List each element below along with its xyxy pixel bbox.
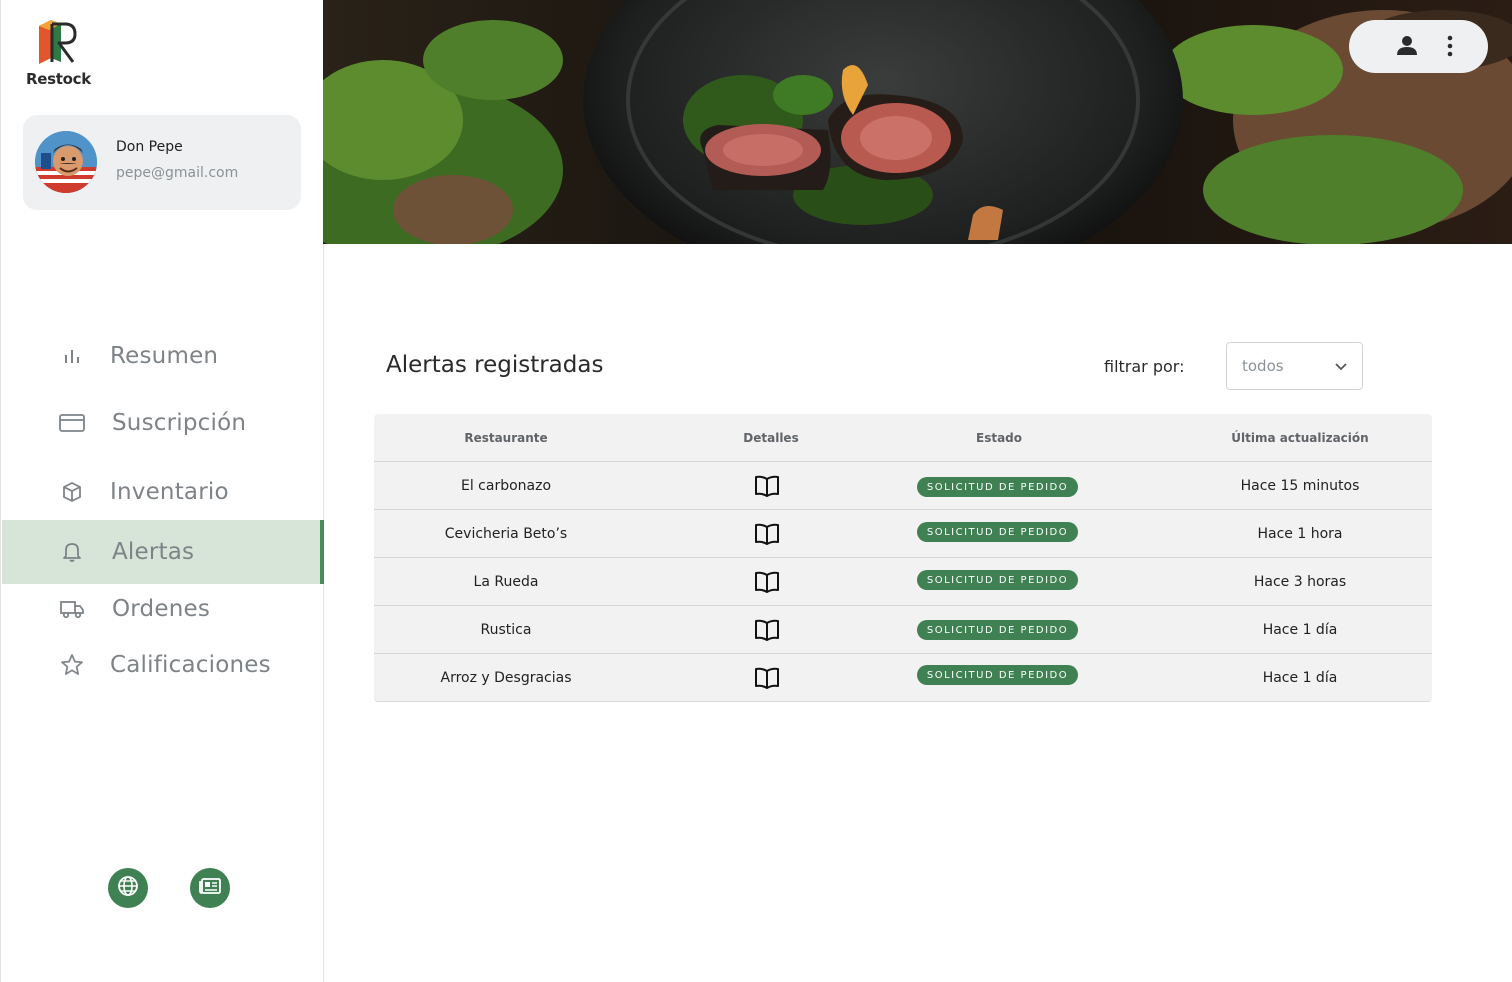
news-button[interactable] <box>190 868 230 908</box>
status-badge: SOLICITUD DE PEDIDO <box>917 477 1078 497</box>
more-vertical-icon[interactable] <box>1445 34 1455 62</box>
table-row[interactable]: Cevicheria Beto’s SOLICITUD DE PEDIDO Ha… <box>374 510 1432 558</box>
table-row[interactable]: El carbonazo SOLICITUD DE PEDIDO Hace 15… <box>374 462 1432 510</box>
bar-chart-icon <box>59 343 85 369</box>
filter-label: filtrar por: <box>1104 357 1185 376</box>
newspaper-icon <box>198 876 222 900</box>
restaurant-name: Cevicheria Beto’s <box>444 526 568 542</box>
column-header-ultima-actualizacion[interactable]: Última actualización <box>1231 431 1368 445</box>
sidebar-item-alertas[interactable]: Alertas <box>2 520 324 584</box>
column-header-restaurante[interactable]: Restaurante <box>464 431 547 445</box>
sidebar-item-label: Resumen <box>110 343 219 369</box>
bell-icon <box>59 539 85 565</box>
last-updated: Hace 1 hora <box>1257 526 1343 542</box>
status-badge: SOLICITUD DE PEDIDO <box>917 522 1078 542</box>
sidebar-item-label: Inventario <box>110 479 229 505</box>
book-open-icon[interactable] <box>754 523 780 545</box>
user-icon[interactable] <box>1396 34 1418 60</box>
sidebar-item-label: Ordenes <box>112 596 211 622</box>
filter-select-value: todos <box>1242 357 1284 375</box>
sidebar-item-label: Alertas <box>112 539 195 565</box>
sidebar-item-ordenes[interactable]: Ordenes <box>2 577 324 641</box>
sidebar-item-inventario[interactable]: Inventario <box>2 460 324 524</box>
book-open-icon[interactable] <box>754 475 780 497</box>
table-row[interactable]: Arroz y Desgracias SOLICITUD DE PEDIDO H… <box>374 654 1432 702</box>
last-updated: Hace 1 día <box>1262 670 1338 686</box>
book-open-icon[interactable] <box>754 571 780 593</box>
user-name: Don Pepe <box>116 139 183 155</box>
credit-card-icon <box>59 410 85 436</box>
restaurant-name: La Rueda <box>473 574 539 590</box>
box-icon <box>59 479 85 505</box>
status-badge: SOLICITUD DE PEDIDO <box>917 570 1078 590</box>
table-row[interactable]: La Rueda SOLICITUD DE PEDIDO Hace 3 hora… <box>374 558 1432 606</box>
alerts-table: Restaurante Detalles Estado Última actua… <box>374 414 1432 702</box>
sidebar-item-suscripcion[interactable]: Suscripción <box>2 391 324 455</box>
avatar <box>35 131 97 193</box>
last-updated: Hace 1 día <box>1262 622 1338 638</box>
account-menu-pill <box>1349 20 1488 73</box>
user-email: pepe@gmail.com <box>116 165 239 181</box>
logo-mark-icon <box>39 20 77 64</box>
page-title: Alertas registradas <box>386 352 604 378</box>
column-header-detalles[interactable]: Detalles <box>743 431 798 445</box>
status-badge: SOLICITUD DE PEDIDO <box>917 665 1078 685</box>
restock-logo[interactable]: Restock <box>23 18 93 93</box>
column-header-estado[interactable]: Estado <box>976 431 1022 445</box>
truck-icon <box>59 596 85 622</box>
restaurant-name: Arroz y Desgracias <box>440 670 572 686</box>
sidebar: Restock Don Pepe pepe@gmail.com Resumen … <box>0 0 324 982</box>
filter-select[interactable]: todos <box>1226 342 1363 390</box>
hero-banner <box>323 0 1512 244</box>
last-updated: Hace 3 horas <box>1253 574 1347 590</box>
restaurant-name: El carbonazo <box>460 478 552 494</box>
sidebar-item-label: Calificaciones <box>110 652 271 678</box>
language-button[interactable] <box>108 868 148 908</box>
table-header: Restaurante Detalles Estado Última actua… <box>374 414 1432 462</box>
globe-icon <box>117 875 139 901</box>
table-row[interactable]: Rustica SOLICITUD DE PEDIDO Hace 1 día <box>374 606 1432 654</box>
sidebar-item-resumen[interactable]: Resumen <box>2 324 324 388</box>
brand-name: Restock <box>26 70 91 88</box>
sidebar-item-label: Suscripción <box>112 410 247 436</box>
chevron-down-icon <box>1334 359 1348 378</box>
last-updated: Hace 15 minutos <box>1240 478 1360 494</box>
book-open-icon[interactable] <box>754 667 780 689</box>
star-icon <box>59 652 85 678</box>
status-badge: SOLICITUD DE PEDIDO <box>917 620 1078 640</box>
hero-food-image <box>323 0 1512 244</box>
book-open-icon[interactable] <box>754 619 780 641</box>
profile-card[interactable]: Don Pepe pepe@gmail.com <box>23 115 301 210</box>
restaurant-name: Rustica <box>480 622 532 638</box>
sidebar-item-calificaciones[interactable]: Calificaciones <box>2 633 324 697</box>
